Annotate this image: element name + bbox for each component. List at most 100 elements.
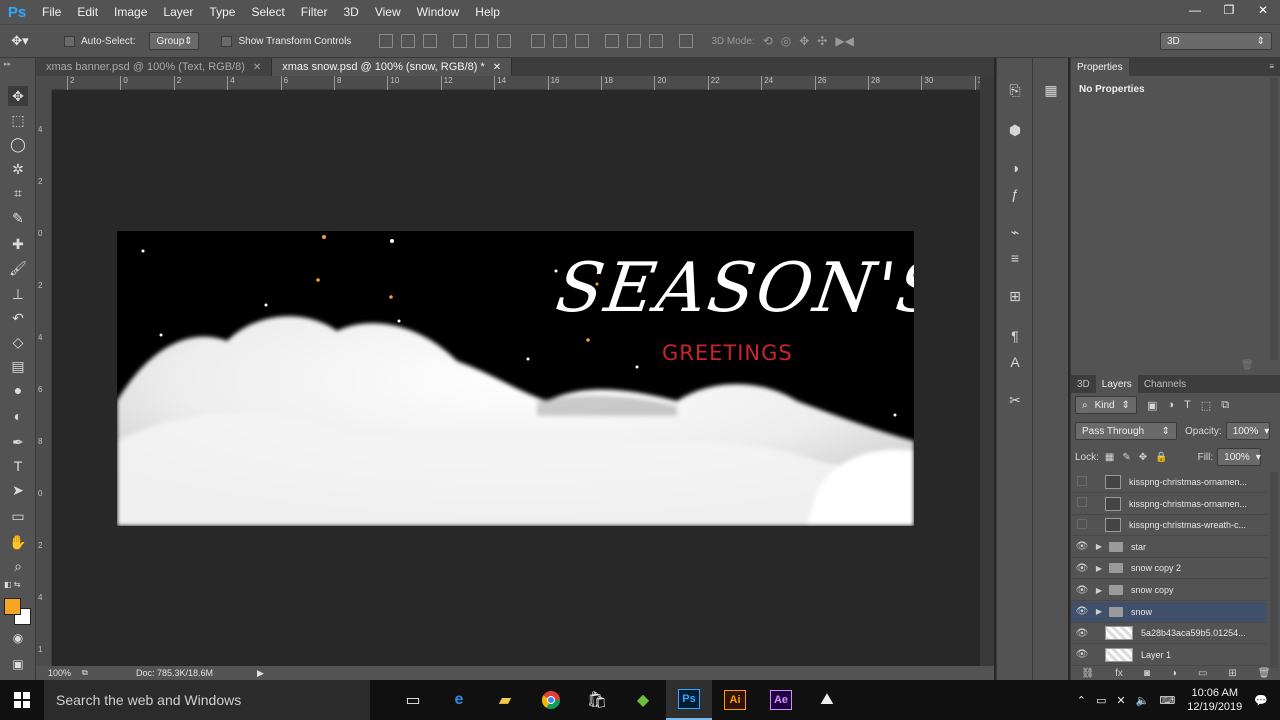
quick-mask-icon[interactable]: ◉	[8, 628, 28, 648]
canvas-vertical-scrollbar[interactable]	[980, 76, 994, 666]
document-canvas[interactable]: SEASON'S GREETINGS	[117, 231, 914, 526]
align-left-icon[interactable]	[453, 34, 468, 48]
eye-icon[interactable]: 👁	[1071, 606, 1093, 617]
align-vcenter-icon[interactable]	[401, 34, 416, 48]
3d-roll-icon[interactable]: ◎	[781, 34, 791, 48]
illustrator-taskbar-icon[interactable]: Ai	[712, 680, 758, 720]
layer-row[interactable]: kisspng-christmas-ornamen...	[1071, 472, 1267, 493]
notifications-icon[interactable]: 💬	[1254, 694, 1268, 707]
layer-row[interactable]: 👁 ▶ snow copy	[1071, 580, 1267, 601]
volume-icon[interactable]: 🔈	[1136, 694, 1150, 707]
menu-image[interactable]: Image	[106, 0, 155, 24]
menu-layer[interactable]: Layer	[155, 0, 201, 24]
magic-wand-tool-icon[interactable]: ✲	[8, 159, 28, 179]
layer-row[interactable]: kisspng-christmas-ornamen...	[1071, 494, 1267, 515]
eye-icon[interactable]: 👁	[1071, 628, 1093, 639]
new-layer-icon[interactable]: ⊞	[1228, 668, 1236, 679]
kind-filter-dropdown[interactable]: ⌕ Kind ⇕	[1075, 396, 1137, 414]
network-icon[interactable]: ✕	[1116, 694, 1125, 707]
status-expand-icon[interactable]: ▶	[257, 668, 264, 679]
expand-arrow-icon[interactable]: ▶	[1093, 542, 1105, 551]
align-top-icon[interactable]	[379, 34, 394, 48]
photos-icon[interactable]: ⛰	[804, 680, 850, 720]
opacity-field[interactable]: 100% ▾	[1225, 422, 1270, 440]
smart-filter-icon[interactable]: ⧉	[1221, 399, 1229, 412]
default-colors-icon[interactable]: ◧ ⇆	[4, 580, 20, 589]
minimize-button[interactable]: —	[1178, 0, 1212, 20]
menu-view[interactable]: View	[367, 0, 409, 24]
layer-row[interactable]: 👁 ▶ snow copy 2	[1071, 558, 1267, 580]
auto-align-icon[interactable]	[679, 34, 694, 48]
expand-arrow-icon[interactable]: ▶	[1093, 564, 1105, 573]
show-transform-toggle[interactable]: Show Transform Controls	[221, 35, 351, 47]
vertical-ruler[interactable]: 4 2 0 2 4 6 8 0 2 4 1	[36, 90, 52, 666]
menu-3d[interactable]: 3D	[335, 0, 366, 24]
close-icon[interactable]: ✕	[493, 62, 501, 73]
show-transform-checkbox[interactable]	[221, 35, 233, 47]
distribute-vcenter-icon[interactable]	[553, 34, 568, 48]
tab-xmas-banner[interactable]: xmas banner.psd @ 100% (Text, RGB/8) ✕	[36, 58, 273, 76]
lock-position-icon[interactable]: ✥	[1139, 452, 1147, 463]
blur-tool-icon[interactable]: ●	[8, 380, 28, 400]
photoshop-taskbar-icon[interactable]: Ps	[666, 680, 712, 720]
distribute-left-icon[interactable]	[605, 34, 620, 48]
status-menu-icon[interactable]: ⧉	[82, 668, 98, 678]
crop-tool-icon[interactable]: ⌗	[8, 183, 28, 203]
clone-source-icon[interactable]: ⊞	[1005, 286, 1025, 306]
eyedropper-tool-icon[interactable]: ✎	[8, 208, 28, 228]
chevron-up-icon[interactable]: ⌃	[1077, 694, 1086, 707]
layer-row[interactable]: kisspng-christmas-wreath-c...	[1071, 515, 1267, 537]
paragraph-icon[interactable]: ¶	[1005, 326, 1025, 346]
zoom-tool-icon[interactable]: ⌕	[8, 556, 28, 576]
align-hcenter-icon[interactable]	[475, 34, 490, 48]
menu-edit[interactable]: Edit	[69, 0, 106, 24]
screen-mode-icon[interactable]: ▣	[8, 654, 28, 674]
3d-scale-icon[interactable]: ▶◀	[835, 34, 853, 48]
path-selection-tool-icon[interactable]: ➤	[8, 480, 28, 500]
add-mask-icon[interactable]: ◙	[1144, 668, 1150, 679]
lasso-tool-icon[interactable]: ◯	[8, 134, 28, 154]
3d-rotate-icon[interactable]: ⟲	[763, 34, 773, 48]
marquee-tool-icon[interactable]: ⬚	[8, 110, 28, 130]
store-icon[interactable]: 🛍	[574, 680, 620, 720]
layer-row[interactable]: 👁 ▶ snow	[1071, 601, 1267, 623]
auto-select-dropdown[interactable]: Group ⇕	[149, 32, 200, 50]
edge-icon[interactable]: e	[436, 680, 482, 720]
clone-stamp-tool-icon[interactable]: ⊥	[8, 284, 28, 304]
workspace-dropdown[interactable]: 3D ⇕	[1160, 32, 1272, 50]
distribute-top-icon[interactable]	[531, 34, 546, 48]
auto-select-toggle[interactable]: Auto-Select:	[64, 35, 135, 47]
align-right-icon[interactable]	[497, 34, 512, 48]
expand-arrow-icon[interactable]: ▶	[1093, 607, 1105, 616]
pen-tool-icon[interactable]: ✒	[8, 432, 28, 452]
distribute-bottom-icon[interactable]	[575, 34, 590, 48]
libraries-icon[interactable]: ▦	[1041, 80, 1061, 100]
visibility-toggle[interactable]	[1071, 518, 1093, 532]
taskbar-search[interactable]: Search the web and Windows	[44, 680, 370, 720]
visibility-toggle[interactable]	[1071, 475, 1093, 489]
eye-icon[interactable]: 👁	[1071, 563, 1093, 574]
tab-layers[interactable]: Layers	[1095, 375, 1138, 393]
tool-presets-icon[interactable]: ✂	[1005, 390, 1025, 410]
dodge-tool-icon[interactable]: ◐	[8, 406, 28, 426]
history-brush-tool-icon[interactable]: ↶	[8, 308, 28, 328]
menu-filter[interactable]: Filter	[293, 0, 336, 24]
gradient-tool-icon[interactable]: ▤	[8, 356, 28, 376]
green-app-icon[interactable]: ◆	[620, 680, 666, 720]
move-tool-icon[interactable]: ✥	[8, 86, 28, 106]
auto-select-checkbox[interactable]	[64, 35, 75, 47]
menu-window[interactable]: Window	[409, 0, 468, 24]
eye-icon[interactable]: 👁	[1071, 585, 1093, 596]
eye-icon[interactable]: 👁	[1071, 649, 1093, 660]
fill-field[interactable]: 100% ▾	[1217, 448, 1262, 466]
layer-row[interactable]: 👁 ▶ star	[1071, 537, 1267, 558]
properties-scrollbar[interactable]	[1270, 78, 1278, 360]
clock[interactable]: 10:06 AM 12/19/2019	[1187, 686, 1242, 714]
file-explorer-icon[interactable]: ▰	[482, 680, 528, 720]
link-layers-icon[interactable]: ⛓	[1081, 668, 1094, 679]
3d-slide-icon[interactable]: ✣	[817, 34, 827, 48]
panel-menu-icon[interactable]: ≡	[1263, 58, 1280, 76]
adjustments-icon[interactable]: ◑	[1005, 158, 1025, 178]
keyboard-icon[interactable]: ⌨	[1159, 694, 1175, 707]
brush-presets-icon[interactable]: ⌁	[1005, 222, 1025, 242]
